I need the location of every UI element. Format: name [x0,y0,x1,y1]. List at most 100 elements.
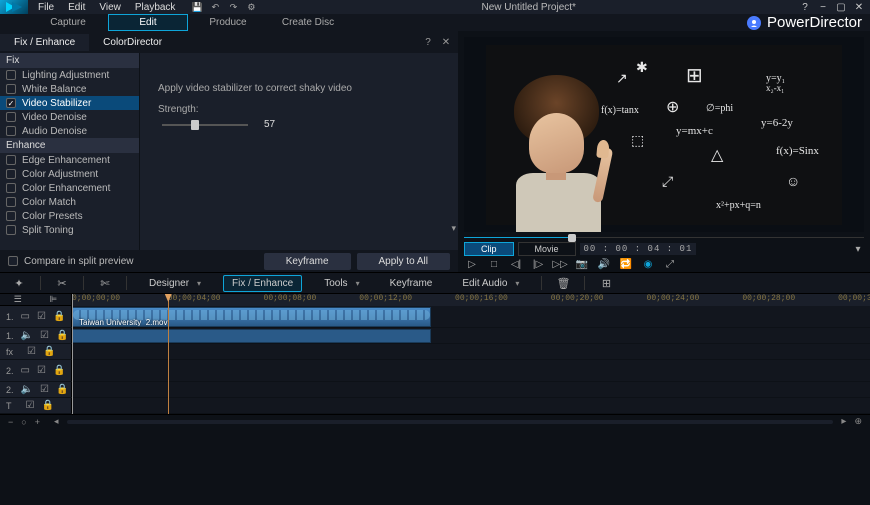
preview-mode-movie[interactable]: Movie [518,242,576,256]
menu-edit[interactable]: Edit [62,1,91,14]
scroll-bar[interactable] [67,420,834,424]
chk-video-denoise[interactable] [6,112,16,122]
audio-clip[interactable] [72,329,431,343]
edit-audio-dropdown[interactable]: Edit Audio▾ [454,276,527,291]
scroll-right-icon[interactable]: ▸ [841,416,846,427]
chk-color-adj[interactable] [6,169,16,179]
keyframe-toolbar-button[interactable]: Keyframe [382,276,441,291]
chk-lighting[interactable] [6,70,16,80]
fixitem-audio-denoise[interactable]: Audio Denoise [0,124,139,138]
preview-mode-clip[interactable]: Clip [464,242,514,256]
zoom-out-icon[interactable]: − [8,417,13,427]
panel-help-icon[interactable]: ? [422,36,434,48]
mode-produce[interactable]: Produce [188,14,268,31]
fixitem-video-denoise[interactable]: Video Denoise [0,110,139,124]
play-icon[interactable]: ▷ [466,258,478,270]
enhitem-color-match[interactable]: Color Match [0,195,139,209]
chevron-down-icon[interactable]: ▾ [451,223,456,234]
track-head[interactable]: 2.▭☑🔒 [0,360,72,381]
zoom-in-icon[interactable]: + [35,417,40,427]
quality-icon[interactable]: ◉ [642,258,654,270]
redo-icon[interactable]: ↷ [225,0,241,14]
tab-colordirector[interactable]: ColorDirector [89,34,176,51]
chk-audio-denoise[interactable] [6,126,16,136]
magic-tool-icon[interactable]: ✦ [12,276,26,290]
strength-label: Strength: [158,104,442,115]
apply-to-all-button[interactable]: Apply to All [357,253,450,270]
track-head[interactable]: 2.🔈☑🔒 [0,382,72,397]
enhitem-color-enh[interactable]: Color Enhancement [0,181,139,195]
timeline-view-icon[interactable]: ☰ [11,293,25,307]
timeline-tracks-icon[interactable]: ⊫ [46,293,60,307]
preview-dropdown-icon[interactable]: ▾ [852,243,864,255]
chk-compare-split[interactable] [8,256,18,266]
track-body[interactable] [72,382,870,397]
fixitem-white-balance[interactable]: White Balance [0,82,139,96]
mode-capture[interactable]: Capture [28,14,108,31]
slider-thumb[interactable] [191,120,199,130]
video-clip[interactable]: Taiwan University_2.mov [72,307,431,327]
menu-view[interactable]: View [93,1,127,14]
maximize-icon[interactable]: ▢ [834,0,848,14]
chk-color-match[interactable] [6,197,16,207]
track-body[interactable] [72,398,870,413]
chk-split-toning[interactable] [6,225,16,235]
fixitem-lighting[interactable]: Lighting Adjustment [0,68,139,82]
track-body[interactable] [72,360,870,381]
track-body[interactable]: Taiwan University_2.mov [72,306,870,327]
minimize-icon[interactable]: − [816,0,830,14]
menu-playback[interactable]: Playback [129,1,182,14]
keyframe-button[interactable]: Keyframe [264,253,351,270]
undo-icon[interactable]: ↶ [207,0,223,14]
prev-frame-icon[interactable]: ◁| [510,258,522,270]
add-track-icon[interactable]: ⊕ [854,416,862,427]
track-head[interactable]: T☑🔒 [0,398,72,413]
track-body[interactable] [72,344,870,359]
volume-icon[interactable]: 🔊 [598,258,610,270]
close-icon[interactable]: ✕ [852,0,866,14]
strength-slider[interactable] [162,124,248,126]
chk-white-balance[interactable] [6,84,16,94]
more-tools-icon[interactable]: ⊞ [599,276,613,290]
designer-dropdown[interactable]: Designer▾ [141,276,209,291]
save-icon[interactable]: 💾 [189,0,205,14]
stop-icon[interactable]: □ [488,258,500,270]
tools-dropdown[interactable]: Tools▾ [316,276,367,291]
enhitem-edge[interactable]: Edge Enhancement [0,153,139,167]
stabilizer-desc: Apply video stabilizer to correct shaky … [158,83,442,94]
loop-icon[interactable]: 🔁 [620,258,632,270]
split-tool-icon[interactable]: ✂ [55,276,69,290]
trash-icon[interactable]: 🗑 [556,276,570,290]
cut-tool-icon[interactable]: ✄ [98,276,112,290]
seek-thumb[interactable] [568,234,576,242]
fast-forward-icon[interactable]: ▷▷ [554,258,566,270]
enhitem-split-toning[interactable]: Split Toning [0,223,139,237]
menu-file[interactable]: File [32,1,60,14]
track-head[interactable]: fx☑🔒 [0,344,72,359]
track-body[interactable] [72,328,870,343]
help-icon[interactable]: ? [798,0,812,14]
mode-create-disc[interactable]: Create Disc [268,14,348,31]
chk-video-stabilizer[interactable] [6,98,16,108]
settings-icon[interactable]: ⚙ [243,0,259,14]
chk-color-presets[interactable] [6,211,16,221]
chk-edge[interactable] [6,155,16,165]
chk-color-enh[interactable] [6,183,16,193]
mode-edit[interactable]: Edit [108,14,188,31]
next-frame-icon[interactable]: |▷ [532,258,544,270]
ruler[interactable]: 0;00;00;0000;00;04;0000;00;08;0000;00;12… [72,294,870,306]
enhitem-color-presets[interactable]: Color Presets [0,209,139,223]
preview-seek[interactable] [464,234,864,242]
user-badge-icon[interactable] [747,16,761,30]
enhitem-color-adj[interactable]: Color Adjustment [0,167,139,181]
fix-enhance-button[interactable]: Fix / Enhance [223,275,302,292]
preview-video[interactable]: f(x)=tanxy=mx+c∅=phiy=6-2yf(x)=Sinxx²+px… [464,37,864,232]
snapshot-icon[interactable]: 📷 [576,258,588,270]
scroll-left-icon[interactable]: ◂ [54,416,59,427]
track-head[interactable]: 1.🔈☑🔒 [0,328,72,343]
panel-close-icon[interactable]: ✕ [440,36,452,48]
undock-icon[interactable]: ⤢ [664,258,676,270]
tab-fix-enhance[interactable]: Fix / Enhance [0,34,89,51]
fixitem-video-stabilizer[interactable]: Video Stabilizer [0,96,139,110]
track-head[interactable]: 1.▭☑🔒 [0,306,72,327]
